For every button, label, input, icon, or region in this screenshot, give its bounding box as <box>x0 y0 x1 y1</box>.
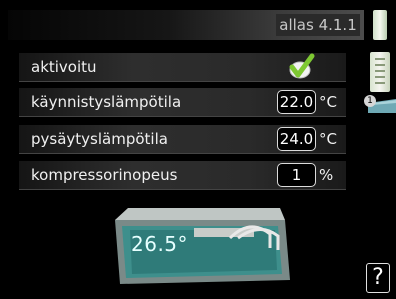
setting-label: pysäytyslämpötila <box>31 130 168 148</box>
pool-temperature: 26.5° <box>131 232 189 256</box>
setting-row-stop-temp[interactable]: pysäytyslämpötila 24.0 °C <box>19 125 346 154</box>
stop-temp-value[interactable]: 24.0 <box>277 127 316 151</box>
setting-row-activated[interactable]: aktivoitu <box>19 53 346 82</box>
setting-label: käynnistyslämpötila <box>31 93 182 111</box>
setting-label: aktivoitu <box>31 58 97 76</box>
scroll-handle-icon[interactable] <box>370 52 390 92</box>
compressor-speed-value[interactable]: 1 <box>277 163 316 187</box>
unit-label: °C <box>319 93 337 111</box>
menu-id: allas 4.1.1 <box>276 14 360 36</box>
checkmark-icon[interactable] <box>287 53 315 81</box>
start-temp-value[interactable]: 22.0 <box>277 90 316 114</box>
screen: allas 4.1.1 aktivoitu käynnistyslämpötil… <box>0 0 396 299</box>
page-badge: 1 <box>364 95 376 107</box>
setting-row-start-temp[interactable]: käynnistyslämpötila 22.0 °C <box>19 88 346 117</box>
scrollbar-track-top[interactable] <box>373 10 387 40</box>
setting-label: kompressorinopeus <box>31 166 178 184</box>
setting-row-compressor-speed[interactable]: kompressorinopeus 1 % <box>19 161 346 190</box>
unit-label: °C <box>319 130 337 148</box>
unit-label: % <box>319 166 334 184</box>
help-button[interactable]: ? <box>366 263 390 293</box>
